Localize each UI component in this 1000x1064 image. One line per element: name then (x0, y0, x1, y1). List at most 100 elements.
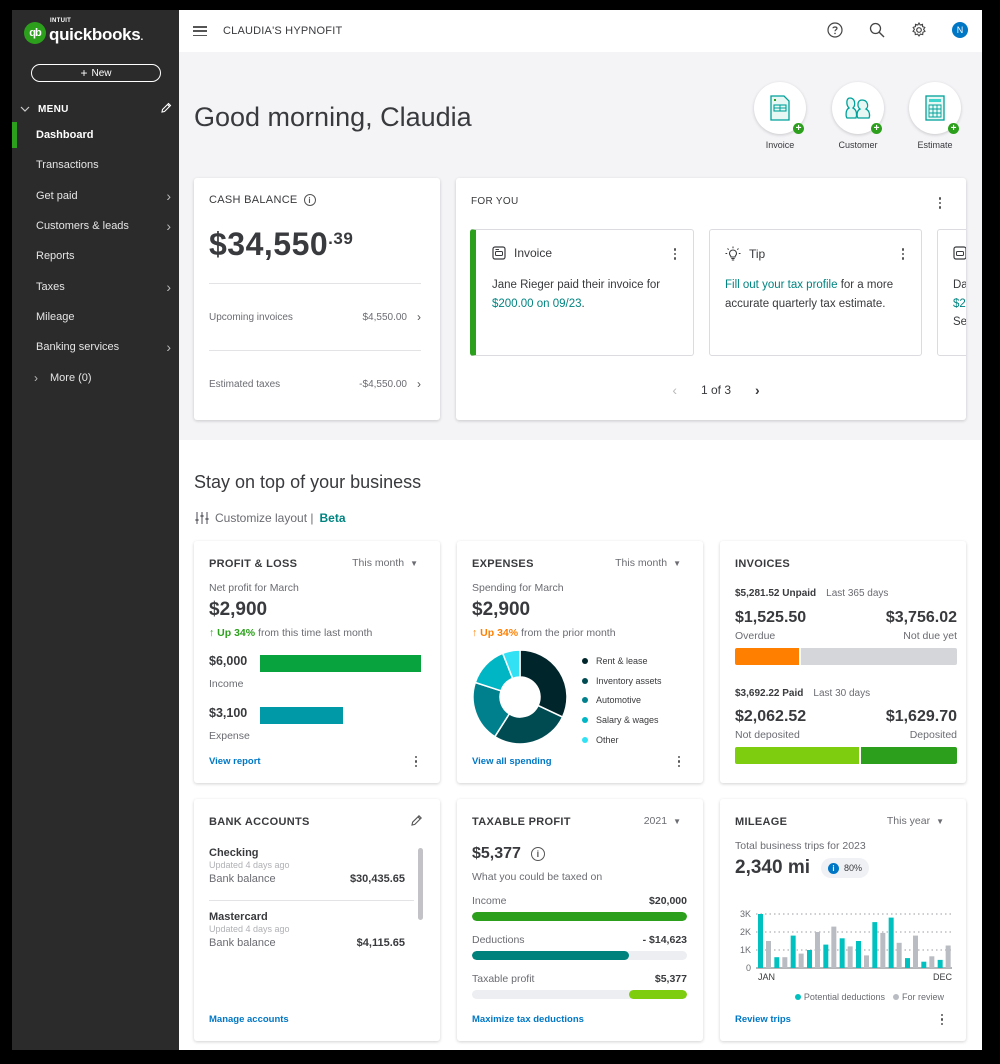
bar-sep-potential-deductions[interactable] (888, 917, 894, 968)
view-report-link[interactable]: View report (209, 756, 261, 767)
sidebar-item-transactions[interactable]: Transactions (12, 150, 179, 180)
upcoming-invoices-row[interactable]: Upcoming invoices $4,550.00 › (209, 310, 421, 324)
deposited-amount[interactable]: $1,629.70 (886, 708, 957, 726)
review-trips-link[interactable]: Review trips (735, 1014, 791, 1025)
sidebar-item-reports[interactable]: Reports (12, 241, 179, 271)
estimated-taxes-row[interactable]: Estimated taxes -$4,550.00 › (209, 377, 421, 391)
maximize-tax-deductions-link[interactable]: Maximize tax deductions (472, 1014, 584, 1025)
deposited-bar-segment[interactable] (861, 747, 957, 764)
bar-may-potential-deductions[interactable] (823, 944, 829, 968)
previous-page-button[interactable]: ‹ (672, 382, 677, 398)
bar-nov-for-review[interactable] (929, 956, 935, 968)
more-options-icon[interactable] (938, 197, 942, 209)
bar-feb-for-review[interactable] (782, 957, 788, 968)
tax-taxable-profit-row[interactable]: Taxable profit $5,377 (472, 973, 687, 999)
x-tick-label: DEC (933, 972, 953, 982)
overdue-bar-segment[interactable] (735, 648, 800, 665)
gear-icon[interactable] (910, 21, 928, 39)
period-dropdown[interactable]: This year ▼ (887, 815, 944, 827)
divider (209, 350, 421, 351)
not-deposited-bar-segment[interactable] (735, 747, 860, 764)
tax-deductions-row[interactable]: Deductions - $14,623 (472, 934, 687, 960)
quick-create-customer[interactable]: + Customer (828, 82, 888, 150)
expenses-donut-chart[interactable] (472, 649, 568, 745)
edit-menu-icon[interactable] (160, 102, 172, 117)
bar-mar-potential-deductions[interactable] (790, 935, 796, 968)
payment-link[interactable]: $200.00 on 09/23 (492, 298, 582, 310)
bank-account-item[interactable]: Mastercard Updated 4 days ago Bank balan… (209, 911, 405, 949)
more-options-icon[interactable] (673, 248, 677, 260)
bar-oct-potential-deductions[interactable] (905, 958, 910, 968)
for-you-card-partial[interactable]: Da $2 Se (937, 229, 966, 356)
tax-income-row[interactable]: Income $20,000 (472, 895, 687, 921)
not-due-amount[interactable]: $3,756.02 (886, 609, 957, 627)
sidebar-item-taxes[interactable]: Taxes › (12, 271, 179, 301)
bar-jul-for-review[interactable] (864, 955, 869, 968)
sidebar-item-dashboard[interactable]: Dashboard (12, 120, 179, 150)
for-you-tip-card[interactable]: Tip Fill out your tax profile for a more… (709, 229, 922, 356)
quick-create-estimate[interactable]: + Estimate (905, 82, 965, 150)
period-dropdown[interactable]: This month ▼ (352, 557, 418, 569)
not-deposited-amount[interactable]: $2,062.52 (735, 708, 806, 726)
sidebar-item-get-paid[interactable]: Get paid › (12, 181, 179, 211)
x-tick-label: JAN (758, 972, 775, 982)
more-options-icon[interactable] (677, 755, 681, 767)
accounts-scrollbar[interactable] (417, 845, 425, 985)
info-icon[interactable]: i (530, 847, 545, 861)
help-icon[interactable] (826, 21, 844, 39)
bar-feb-potential-deductions[interactable] (774, 957, 780, 968)
view-all-spending-link[interactable]: View all spending (472, 756, 552, 767)
bar-jun-for-review[interactable] (847, 946, 853, 968)
search-icon[interactable] (868, 21, 886, 39)
more-options-icon[interactable] (414, 755, 418, 767)
customize-layout-link[interactable]: Customize layout | Beta (195, 511, 346, 525)
avatar[interactable]: N (952, 22, 968, 38)
sidebar-item-customers-leads[interactable]: Customers & leads › (12, 211, 179, 241)
mileage-legend: Potential deductions For review (794, 992, 944, 1002)
bar-mar-for-review[interactable] (798, 953, 804, 968)
more-options-icon[interactable] (901, 248, 905, 260)
edit-pencil-icon[interactable] (410, 814, 423, 832)
quickbooks-logo[interactable]: qb INTUIT quickbooks. (24, 18, 143, 45)
sidebar-item-mileage[interactable]: Mileage (12, 302, 179, 332)
donut-slice-rent-lease[interactable] (519, 649, 568, 719)
deduction-percent-badge[interactable]: i 80% (821, 858, 870, 878)
manage-accounts-link[interactable]: Manage accounts (209, 1014, 289, 1025)
new-button[interactable]: + New (31, 64, 161, 82)
period-dropdown[interactable]: This month ▼ (615, 557, 681, 569)
bar-jul-potential-deductions[interactable] (856, 941, 861, 968)
bar-aug-potential-deductions[interactable] (872, 922, 878, 968)
bar-jan-potential-deductions[interactable] (758, 914, 763, 968)
quick-create-invoice[interactable]: + Invoice (750, 82, 810, 150)
not-due-bar-segment[interactable] (801, 648, 957, 665)
year-dropdown[interactable]: 2021 ▼ (644, 815, 681, 827)
menu-header[interactable]: MENU (20, 102, 172, 117)
bar-dec-for-review[interactable] (945, 945, 951, 969)
bank-account-item[interactable]: Checking Updated 4 days ago Bank balance… (209, 847, 405, 885)
more-options-icon[interactable] (940, 1013, 944, 1025)
tax-profile-link[interactable]: Fill out your tax profile (725, 279, 838, 291)
expense-bar (260, 707, 344, 724)
sidebar-item-more[interactable]: › More (0) (12, 362, 179, 392)
bar-jan-for-review[interactable] (766, 941, 771, 968)
bar-nov-potential-deductions[interactable] (921, 961, 927, 968)
bar-oct-for-review[interactable] (913, 935, 918, 968)
bar-apr-for-review[interactable] (815, 932, 820, 968)
for-you-invoice-card[interactable]: Invoice Jane Rieger paid their invoice f… (470, 229, 694, 356)
bar-dec-potential-deductions[interactable] (937, 959, 943, 968)
chevron-right-icon: › (417, 377, 421, 391)
scrollbar-thumb[interactable] (418, 848, 423, 920)
mileage-bar-chart[interactable]: 0 1K 2K 3K JAN DEC (730, 904, 960, 989)
bar-sep-for-review[interactable] (896, 942, 902, 968)
hamburger-menu-icon[interactable] (193, 26, 207, 36)
overdue-amount[interactable]: $1,525.50 (735, 609, 806, 627)
bar-jun-potential-deductions[interactable] (839, 938, 845, 968)
paid-split-bar[interactable] (735, 747, 957, 764)
bar-may-for-review[interactable] (831, 926, 837, 968)
next-page-button[interactable]: › (755, 382, 760, 398)
sidebar-item-banking-services[interactable]: Banking services › (12, 332, 179, 362)
unpaid-split-bar[interactable] (735, 648, 957, 665)
bar-apr-potential-deductions[interactable] (807, 950, 812, 968)
bar-aug-for-review[interactable] (880, 932, 886, 968)
info-icon[interactable]: i (303, 194, 316, 206)
